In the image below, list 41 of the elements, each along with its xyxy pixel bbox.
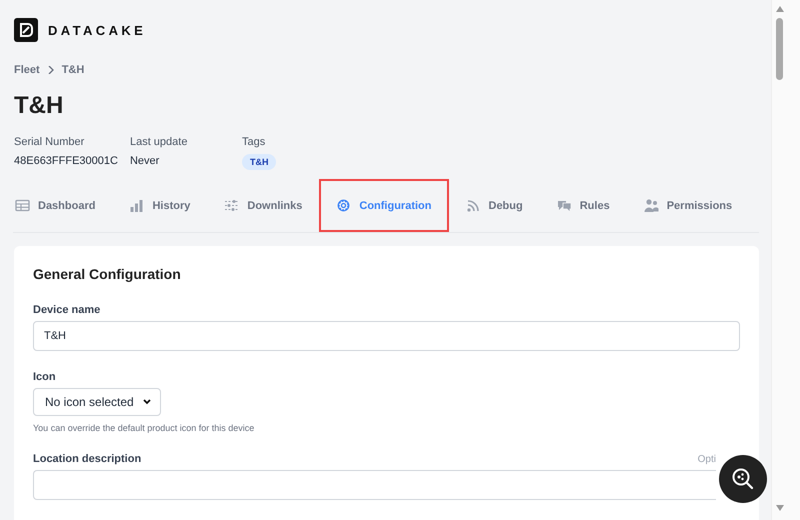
tag: T&H [242, 154, 276, 170]
page-title: T&H [14, 91, 64, 121]
search-icon [730, 466, 756, 492]
scroll-down-icon[interactable] [776, 505, 784, 511]
meta-value: 48E663FFFE30001C [14, 154, 118, 168]
chevron-down-icon [142, 399, 151, 405]
input-field[interactable] [33, 470, 716, 500]
chevron-right-icon [46, 66, 55, 74]
help-text: You can override the default product icon for this device [33, 423, 256, 433]
dropdown[interactable]: No icon selected [33, 388, 161, 416]
tab[interactable]: Downlinks [207, 179, 320, 232]
scroll-bar[interactable] [771, 0, 800, 520]
tab[interactable]: History [112, 179, 208, 232]
logo-icon [14, 18, 38, 42]
meta-label: Serial Number [14, 135, 86, 149]
scroll-up-icon[interactable] [776, 6, 784, 12]
breadcrumb-link[interactable]: Fleet [14, 64, 40, 76]
section-title: General Configuration [33, 266, 182, 282]
bar-chart-icon [129, 198, 144, 213]
input-field[interactable]: T&H [33, 321, 740, 351]
sliders-icon [224, 198, 240, 213]
users-icon [644, 198, 659, 213]
logo-text: DATACAKE [48, 22, 146, 38]
meta-label: Last update [130, 135, 188, 149]
signal-icon [466, 198, 480, 213]
tab[interactable]: Permissions [626, 179, 750, 232]
field-label: Icon [33, 371, 56, 383]
breadcrumb-link[interactable]: T&H [62, 64, 84, 76]
scroll-thumb[interactable] [776, 18, 783, 80]
tab[interactable]: Configuration [319, 179, 448, 232]
meta-value: Never [130, 154, 160, 168]
optional-note: Opti [698, 454, 716, 465]
table-icon [15, 198, 30, 213]
meta-label: Tags [242, 135, 266, 149]
tab[interactable]: Rules [540, 179, 627, 232]
tab[interactable]: Dashboard [13, 179, 112, 232]
tab[interactable]: Debug [448, 179, 540, 232]
field-label: Location description [33, 453, 142, 465]
field-label: Device name [33, 304, 100, 316]
chat-icon [556, 198, 572, 213]
settings-icon [336, 198, 352, 213]
